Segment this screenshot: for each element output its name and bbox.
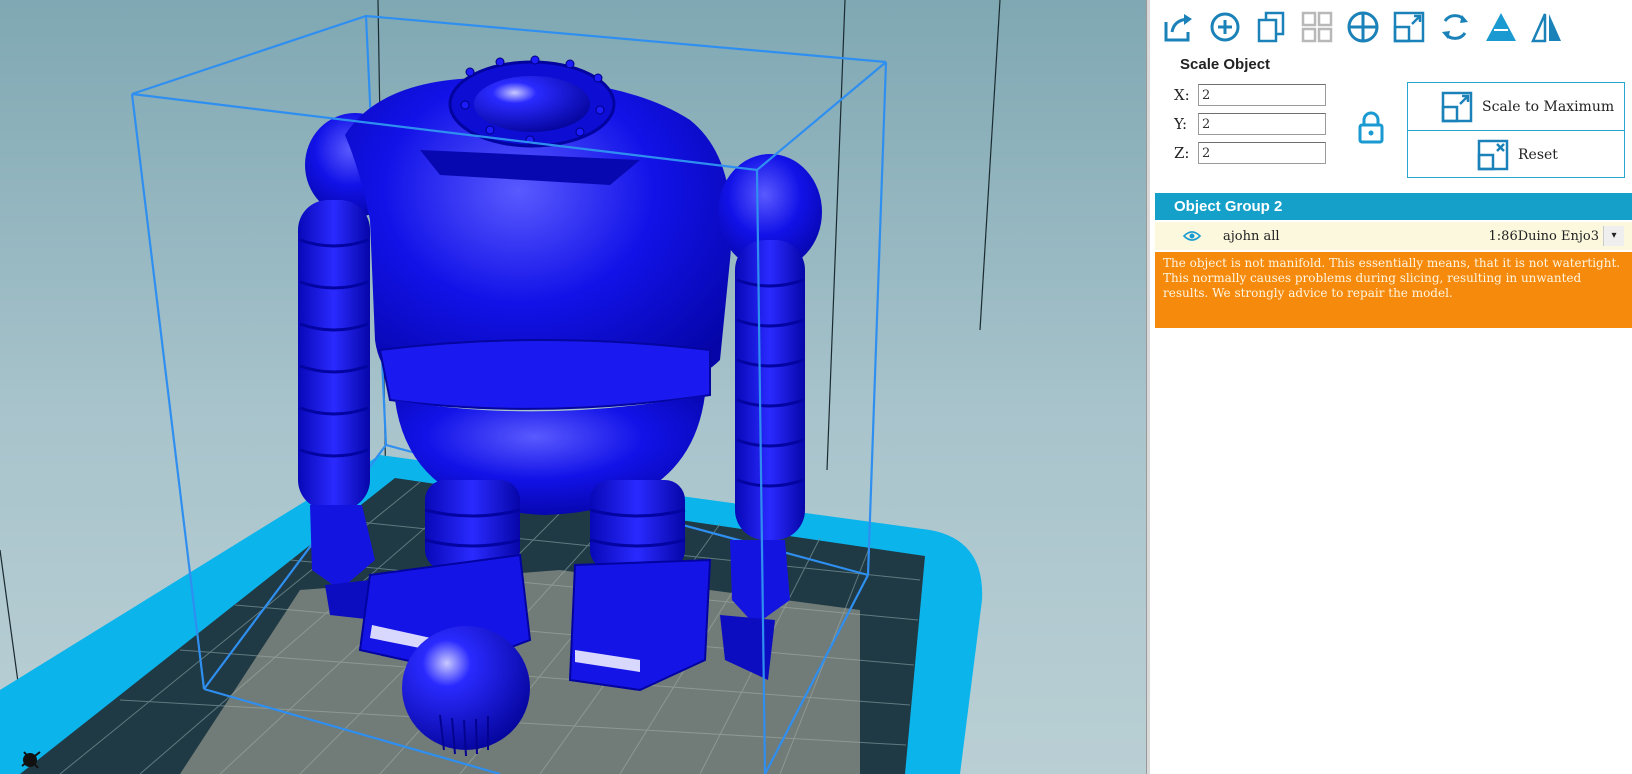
- scale-x-input[interactable]: [1198, 84, 1326, 106]
- scale-z-row: Z:: [1174, 142, 1326, 164]
- export-icon[interactable]: [1160, 8, 1198, 46]
- object-name: ajohn all: [1223, 228, 1280, 244]
- scene-line: [826, 0, 846, 471]
- center-icon[interactable]: [1344, 8, 1382, 46]
- object-list-item[interactable]: ajohn all 1:86Duino Enjo3 ▾: [1155, 222, 1632, 250]
- scale-z-label: Z:: [1174, 144, 1190, 162]
- 3d-viewport[interactable]: [0, 0, 1146, 774]
- scale-y-input[interactable]: [1198, 113, 1326, 135]
- reset-icon: [1476, 138, 1510, 172]
- mirror-icon[interactable]: [1528, 8, 1566, 46]
- scale-to-maximum-button[interactable]: Scale to Maximum: [1408, 83, 1624, 130]
- scale-object-title: Scale Object: [1180, 56, 1271, 73]
- chevron-down-icon[interactable]: ▾: [1603, 226, 1624, 246]
- scale-to-maximum-label: Scale to Maximum: [1482, 98, 1615, 115]
- scale-z-input[interactable]: [1198, 142, 1326, 164]
- add-object-icon[interactable]: [1206, 8, 1244, 46]
- manifold-warning: The object is not manifold. This essenti…: [1155, 252, 1632, 328]
- scale-y-row: Y:: [1174, 113, 1326, 135]
- object-toolbar: [1160, 8, 1566, 46]
- scale-x-label: X:: [1174, 86, 1190, 104]
- object-group-header[interactable]: Object Group 2: [1155, 193, 1632, 220]
- scene-line: [979, 0, 1001, 331]
- scale-actions: Scale to Maximum Reset: [1407, 82, 1625, 178]
- scene: [0, 0, 1001, 774]
- scale-y-label: Y:: [1174, 115, 1188, 133]
- scale-to-maximum-icon: [1440, 90, 1474, 124]
- rotate-icon[interactable]: [1436, 8, 1474, 46]
- right-panel: Scale Object X: Y: Z: Scale to Maximum R…: [1150, 0, 1632, 774]
- copy-icon[interactable]: [1252, 8, 1290, 46]
- lock-icon[interactable]: [1357, 110, 1385, 144]
- arrange-icon: [1298, 8, 1336, 46]
- printer-select-value: 1:86Duino Enjo3: [1488, 228, 1599, 244]
- printer-select[interactable]: 1:86Duino Enjo3 ▾: [1489, 225, 1624, 247]
- scale-icon[interactable]: [1390, 8, 1428, 46]
- scale-x-row: X:: [1174, 84, 1326, 106]
- cut-icon[interactable]: [1482, 8, 1520, 46]
- eye-icon[interactable]: [1183, 229, 1203, 243]
- reset-button[interactable]: Reset: [1408, 130, 1624, 178]
- reset-label: Reset: [1518, 146, 1558, 163]
